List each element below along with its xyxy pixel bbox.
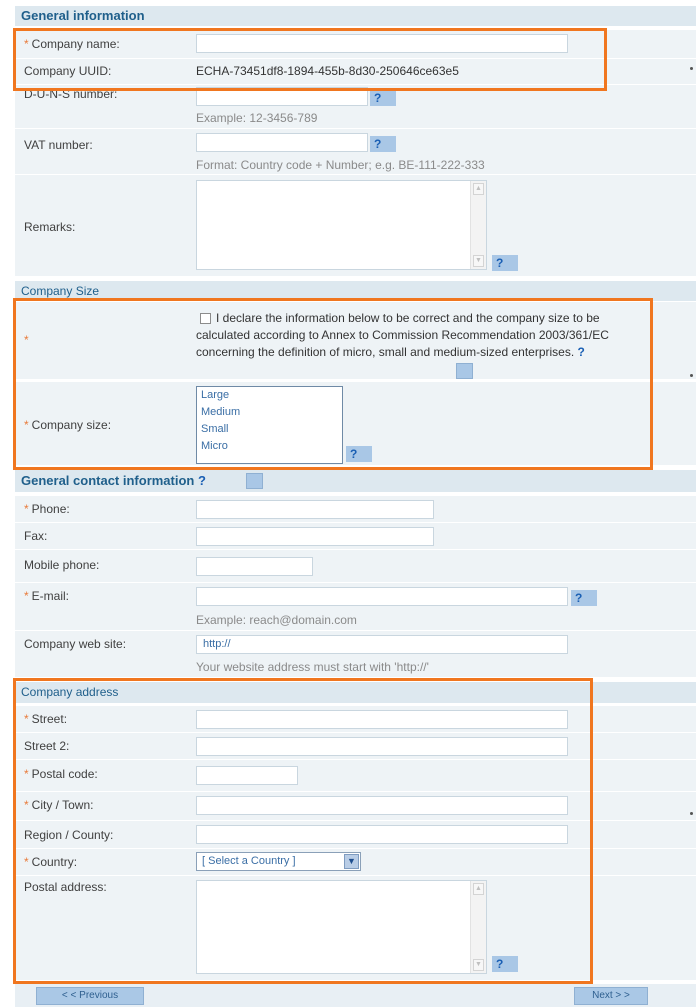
row-email: * E-mail: ? Example: reach@domain.com <box>15 583 696 631</box>
company-name-input[interactable] <box>196 34 568 53</box>
email-help-icon[interactable]: ? <box>571 590 597 606</box>
region-label: Region / County: <box>24 828 114 842</box>
highlight-marker-dot <box>690 812 693 815</box>
remarks-help-icon[interactable]: ? <box>492 255 518 271</box>
company-name-label: Company name: <box>31 37 120 51</box>
required-marker: * <box>24 767 29 781</box>
postal-code-input[interactable] <box>196 766 298 785</box>
previous-button[interactable]: < < Previous <box>36 987 144 1005</box>
scroll-up-icon[interactable]: ▲ <box>473 183 484 195</box>
required-marker: * <box>24 712 29 726</box>
company-size-listbox[interactable]: Large Medium Small Micro <box>196 386 343 464</box>
row-company-uuid: Company UUID: ECHA-73451df8-1894-455b-8d… <box>15 59 696 85</box>
row-website: Company web site: http:// Your website a… <box>15 631 696 678</box>
company-size-option[interactable]: Micro <box>197 438 342 455</box>
street2-input[interactable] <box>196 737 568 756</box>
highlight-marker-dot <box>690 374 693 377</box>
required-marker: * <box>24 855 29 869</box>
phone-label: Phone: <box>31 502 70 516</box>
row-street: * Street: <box>15 706 696 733</box>
section-header-address: Company address <box>15 682 696 703</box>
website-input[interactable]: http:// <box>196 635 568 654</box>
country-label: Country: <box>31 855 78 869</box>
contact-help-box-icon[interactable] <box>246 473 263 489</box>
row-vat: VAT number: ? Format: Country code + Num… <box>15 129 696 175</box>
country-select-value: [ Select a Country ] <box>202 855 296 867</box>
scroll-down-icon[interactable]: ▼ <box>473 959 484 971</box>
region-input[interactable] <box>196 825 568 844</box>
row-duns: D-U-N-S number: ? Example: 12-3456-789 <box>15 85 696 129</box>
required-marker: * <box>24 502 29 516</box>
company-size-option[interactable]: Small <box>197 421 342 438</box>
street2-label: Street 2: <box>24 739 70 753</box>
postal-address-textarea[interactable]: ▲ ▼ <box>196 880 487 974</box>
declaration-help-box-icon[interactable] <box>456 363 473 379</box>
postal-address-scrollbar[interactable]: ▲ ▼ <box>470 881 486 973</box>
remarks-scrollbar[interactable]: ▲ ▼ <box>470 181 486 269</box>
scroll-down-icon[interactable]: ▼ <box>473 255 484 267</box>
postal-code-label: Postal code: <box>31 767 98 781</box>
required-marker: * <box>24 37 29 51</box>
required-marker: * <box>24 798 29 812</box>
city-label: City / Town: <box>31 798 94 812</box>
highlight-marker-dot <box>690 67 693 70</box>
email-label: E-mail: <box>31 589 70 603</box>
mobile-label: Mobile phone: <box>24 558 100 572</box>
contact-help-icon[interactable]: ? <box>198 473 206 488</box>
company-size-option[interactable]: Medium <box>197 404 342 421</box>
section-header-company-size: Company Size <box>15 281 696 301</box>
website-label: Company web site: <box>24 637 127 651</box>
remarks-textarea[interactable]: ▲ ▼ <box>196 180 487 270</box>
company-uuid-value: ECHA-73451df8-1894-455b-8d30-250646ce63e… <box>196 64 459 78</box>
row-city: * City / Town: <box>15 792 696 821</box>
vat-hint: Format: Country code + Number; e.g. BE-1… <box>196 158 485 172</box>
postal-address-help-icon[interactable]: ? <box>492 956 518 972</box>
row-street2: Street 2: <box>15 733 696 760</box>
fax-input[interactable] <box>196 527 434 546</box>
email-input[interactable] <box>196 587 568 606</box>
duns-help-icon[interactable]: ? <box>370 90 396 106</box>
phone-input[interactable] <box>196 500 434 519</box>
email-hint: Example: reach@domain.com <box>196 613 357 627</box>
section-header-contact: General contact information ? <box>15 470 696 492</box>
row-region: Region / County: <box>15 821 696 849</box>
vat-help-icon[interactable]: ? <box>370 136 396 152</box>
row-country: * Country: [ Select a Country ] ▼ <box>15 849 696 876</box>
row-company-name: * Company name: <box>15 30 696 59</box>
section-header-general: General information <box>15 6 696 26</box>
required-marker: * <box>24 418 29 432</box>
company-size-label: Company size: <box>31 418 112 432</box>
required-marker: * <box>24 333 29 347</box>
fax-label: Fax: <box>24 529 48 543</box>
mobile-input[interactable] <box>196 557 313 576</box>
duns-hint: Example: 12-3456-789 <box>196 111 318 125</box>
row-postal-address: Postal address: ▲ ▼ ? <box>15 876 696 981</box>
street-label: Street: <box>31 712 68 726</box>
next-button[interactable]: Next > > <box>574 987 648 1005</box>
row-remarks: Remarks: ▲ ▼ ? <box>15 175 696 277</box>
postal-address-label: Postal address: <box>24 880 107 894</box>
duns-input[interactable] <box>196 87 368 106</box>
scroll-up-icon[interactable]: ▲ <box>473 883 484 895</box>
declaration-text: I declare the information below to be co… <box>196 311 609 359</box>
city-input[interactable] <box>196 796 568 815</box>
vat-input[interactable] <box>196 133 368 152</box>
required-marker: * <box>24 589 29 603</box>
row-company-size: * Company size: Large Medium Small Micro … <box>15 382 696 466</box>
vat-label: VAT number: <box>24 138 93 152</box>
website-hint: Your website address must start with 'ht… <box>196 660 429 674</box>
company-size-help-icon[interactable]: ? <box>346 446 372 462</box>
row-phone: * Phone: <box>15 496 696 523</box>
row-mobile: Mobile phone: <box>15 550 696 583</box>
company-size-option[interactable]: Large <box>197 387 342 404</box>
row-postal-code: * Postal code: <box>15 760 696 792</box>
row-fax: Fax: <box>15 523 696 550</box>
remarks-label: Remarks: <box>24 220 76 234</box>
duns-label: D-U-N-S number: <box>24 87 118 101</box>
country-select[interactable]: [ Select a Country ] ▼ <box>196 852 361 871</box>
declaration-help-icon[interactable]: ? <box>578 345 585 359</box>
chevron-down-icon[interactable]: ▼ <box>344 854 359 869</box>
company-uuid-label: Company UUID: <box>24 64 112 78</box>
street-input[interactable] <box>196 710 568 729</box>
